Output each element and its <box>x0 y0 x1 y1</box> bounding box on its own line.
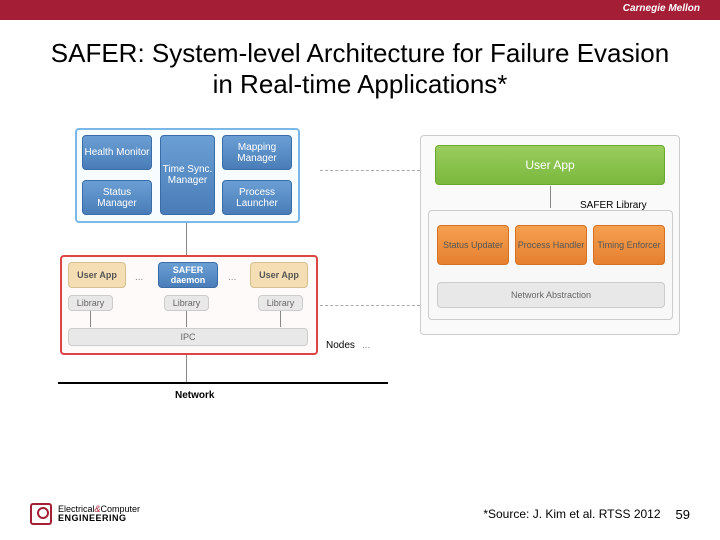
user-app-right-box: User App <box>250 262 308 288</box>
dash-2 <box>320 305 420 306</box>
nodes-label: Nodes <box>326 340 355 351</box>
dots-nodes: ... <box>362 340 370 351</box>
process-handler-box: Process Handler <box>515 225 587 265</box>
ece-icon <box>30 503 52 525</box>
conn-right <box>550 186 551 208</box>
ece-text: Electrical&Computer ENGINEERING <box>58 505 140 523</box>
dept-engineering: ENGINEERING <box>58 513 127 523</box>
connector-node-network <box>186 355 187 382</box>
conn-lib1 <box>90 311 91 327</box>
ece-logo: Electrical&Computer ENGINEERING <box>30 503 140 525</box>
time-sync-box: Time Sync. Manager <box>160 135 215 215</box>
network-abstraction-box: Network Abstraction <box>437 282 665 308</box>
mapping-manager-box: Mapping Manager <box>222 135 292 170</box>
timing-enforcer-box: Timing Enforcer <box>593 225 665 265</box>
user-app-left-box: User App <box>68 262 126 288</box>
process-launcher-box: Process Launcher <box>222 180 292 215</box>
ipc-box: IPC <box>68 328 308 346</box>
safer-library-label: SAFER Library <box>580 200 647 211</box>
footer: Electrical&Computer ENGINEERING *Source:… <box>0 503 720 525</box>
dots-2: ... <box>228 272 236 283</box>
page-number: 59 <box>676 507 690 522</box>
status-updater-box: Status Updater <box>437 225 509 265</box>
slide-title: SAFER: System-level Architecture for Fai… <box>0 20 720 110</box>
library-left-box: Library <box>68 295 113 311</box>
header-bar: Carnegie Mellon <box>0 0 720 20</box>
safer-daemon-box: SAFER daemon <box>158 262 218 288</box>
user-app-big-box: User App <box>435 145 665 185</box>
network-line <box>58 382 388 384</box>
conn-lib2 <box>186 311 187 327</box>
conn-lib3 <box>280 311 281 327</box>
connector-master-node <box>186 223 187 255</box>
status-manager-box: Status Manager <box>82 180 152 215</box>
dots-1: ... <box>135 272 143 283</box>
source-citation: *Source: J. Kim et al. RTSS 2012 <box>483 507 660 521</box>
library-right-box: Library <box>258 295 303 311</box>
library-mid-box: Library <box>164 295 209 311</box>
safer-diagram: Health Monitor Status Manager Time Sync.… <box>10 110 710 440</box>
health-monitor-box: Health Monitor <box>82 135 152 170</box>
dash-1 <box>320 170 420 171</box>
network-label: Network <box>175 390 214 401</box>
university-logo: Carnegie Mellon <box>623 3 700 14</box>
